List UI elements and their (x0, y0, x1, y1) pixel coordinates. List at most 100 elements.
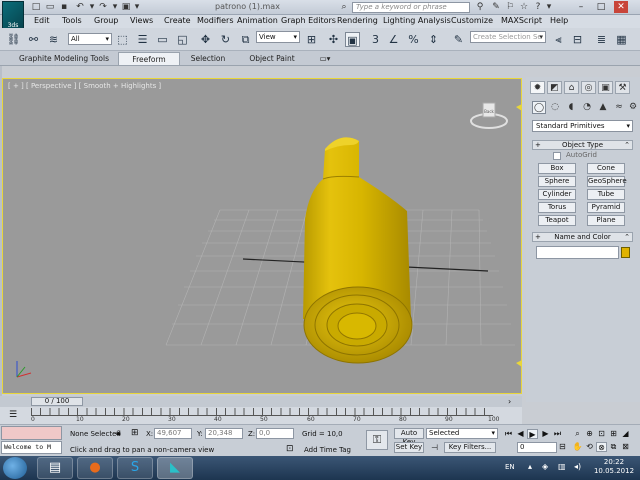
add-time-tag-button[interactable]: Add Time Tag (304, 446, 351, 454)
next-frame-icon[interactable]: ▶ (540, 429, 551, 439)
cartridge-object[interactable] (303, 137, 413, 364)
time-slider[interactable]: 0 / 100 (31, 397, 83, 406)
zoom-extents-all-icon[interactable]: ⊞ (608, 429, 619, 439)
field-of-view-icon[interactable]: ◢ (620, 429, 631, 439)
new-file-icon[interactable]: □ (30, 2, 42, 13)
walk-through-icon[interactable]: ⟲ (584, 442, 595, 452)
start-button[interactable] (3, 457, 27, 479)
modify-panel-tab-icon[interactable]: ◩ (547, 81, 562, 94)
key-mode-dropdown[interactable]: Selected ▾ (426, 428, 498, 439)
angle-snap-icon[interactable]: ∠ (386, 32, 401, 47)
menu-edit[interactable]: Edit (34, 16, 50, 25)
name-color-rollout-header[interactable]: + Name and Color ⌃ (532, 232, 633, 242)
minimize-button[interactable]: – (574, 1, 588, 13)
primitive-category-dropdown[interactable]: Standard Primitives ▾ (532, 120, 633, 132)
menu-rendering[interactable]: Rendering (337, 16, 378, 25)
favorites-icon[interactable]: ☆ (518, 2, 530, 13)
file-explorer-icon[interactable]: ▤ (37, 457, 73, 479)
undo-icon[interactable]: ↶ (74, 2, 86, 13)
rectangular-selection-icon[interactable]: ▭ (155, 32, 170, 47)
set-key-button[interactable]: Set Key (394, 442, 424, 453)
lights-icon[interactable]: ◖ (564, 101, 578, 114)
viewport-options-icon[interactable]: ⊠ (620, 442, 631, 452)
play-icon[interactable]: ▶ (527, 429, 538, 439)
unlink-selection-icon[interactable]: ⚯ (26, 32, 41, 47)
track-bar[interactable]: ☰ 0 10 20 30 40 50 60 70 80 90 100 (0, 407, 522, 424)
skype-icon[interactable]: S (117, 457, 153, 479)
bind-to-space-warp-icon[interactable]: ≋ (46, 32, 61, 47)
language-indicator[interactable]: EN (505, 463, 515, 471)
communication-center-icon[interactable]: ⚐ (504, 2, 516, 13)
select-and-manipulate-icon[interactable]: ✣ (326, 32, 341, 47)
y-coordinate-field[interactable]: 20,348 (205, 428, 243, 439)
menu-modifiers[interactable]: Modifiers (197, 16, 234, 25)
absolute-mode-transform-icon[interactable]: ⊞ (131, 428, 139, 438)
menu-lighting-analysis[interactable]: Lighting Analysis (383, 16, 451, 25)
go-to-end-icon[interactable]: ⏭︎ (552, 429, 563, 439)
pan-view-icon[interactable]: ✋ (572, 442, 583, 452)
select-by-name-icon[interactable]: ☰ (135, 32, 150, 47)
utilities-panel-tab-icon[interactable]: ⚒ (615, 81, 630, 94)
box-button[interactable]: Box (538, 163, 576, 174)
teapot-button[interactable]: Teapot (538, 215, 576, 226)
rotate-icon[interactable]: ↻ (218, 32, 233, 47)
z-coordinate-field[interactable]: 0,0 (256, 428, 294, 439)
x-coordinate-field[interactable]: 49,607 (154, 428, 192, 439)
open-file-icon[interactable]: ▭ (44, 2, 56, 13)
align-icon[interactable]: ⊟ (570, 32, 585, 47)
next-frame-arrow-icon[interactable]: › (508, 397, 511, 406)
object-type-rollout-header[interactable]: + Object Type ⌃ (532, 140, 633, 150)
cameras-icon[interactable]: ◔ (580, 101, 594, 114)
percent-snap-icon[interactable]: % (406, 32, 421, 47)
key-filters-button[interactable]: Key Filters... (444, 442, 496, 453)
menu-create[interactable]: Create (164, 16, 191, 25)
firefox-icon[interactable]: ● (77, 457, 113, 479)
object-color-swatch[interactable] (621, 247, 630, 258)
window-crossing-icon[interactable]: ◱ (175, 32, 190, 47)
cone-button[interactable]: Cone (587, 163, 625, 174)
tray-app-icon[interactable]: ◈ (542, 462, 548, 471)
motion-panel-tab-icon[interactable]: ◎ (581, 81, 596, 94)
tray-expand-icon[interactable]: ▴ (528, 462, 532, 471)
orbit-icon[interactable]: ⊗ (596, 442, 607, 452)
sphere-button[interactable]: Sphere (538, 176, 576, 187)
menu-graph-editors[interactable]: Graph Editors (281, 16, 336, 25)
helpers-icon[interactable]: ▲ (596, 101, 610, 114)
go-to-start-icon[interactable]: ⏮︎ (503, 429, 514, 439)
zoom-extents-icon[interactable]: ⊡ (596, 429, 607, 439)
tab-selection[interactable]: Selection (184, 52, 232, 65)
cylinder-button[interactable]: Cylinder (538, 189, 576, 200)
viewcube[interactable]: Back (469, 101, 509, 131)
maximize-viewport-icon[interactable]: ⧉ (608, 442, 619, 452)
zoom-icon[interactable]: ⌕ (572, 429, 583, 439)
geometry-icon[interactable]: ◯ (532, 101, 546, 114)
ribbon-options-dropdown[interactable]: ▭▾ (316, 52, 334, 65)
tab-graphite-modeling-tools[interactable]: Graphite Modeling Tools (14, 52, 114, 65)
system-clock[interactable]: 20:22 10.05.2012 (592, 458, 636, 476)
menu-animation[interactable]: Animation (237, 16, 278, 25)
object-name-input[interactable] (536, 246, 619, 259)
keyboard-shortcut-override-icon[interactable]: ▣ (345, 32, 360, 47)
mirror-icon[interactable]: ⫷ (551, 32, 566, 47)
edit-named-selection-icon[interactable]: ✎ (451, 32, 466, 47)
pyramid-button[interactable]: Pyramid (587, 202, 625, 213)
snaps-toggle-icon[interactable]: 3 (368, 32, 383, 47)
set-key-filter-icon[interactable]: ⚿ (366, 430, 388, 450)
binoculars-icon[interactable]: ⌕ (338, 2, 350, 13)
menu-group[interactable]: Group (94, 16, 118, 25)
quick-access-dropdown-icon[interactable]: ▾ (131, 2, 143, 13)
geosphere-button[interactable]: GeoSphere (587, 176, 627, 187)
3ds-max-taskbar-icon[interactable]: ◣ (157, 457, 193, 479)
select-object-icon[interactable]: ⬚ (115, 32, 130, 47)
named-selection-dropdown[interactable]: Create Selection Se ▾ (470, 31, 546, 43)
menu-maxscript[interactable]: MAXScript (501, 16, 542, 25)
torus-button[interactable]: Torus (538, 202, 576, 213)
hierarchy-panel-tab-icon[interactable]: ⌂ (564, 81, 579, 94)
maxscript-mini-listener-top[interactable] (1, 426, 62, 440)
help-dropdown-icon[interactable]: ▾ (543, 2, 555, 13)
create-panel-tab-icon[interactable]: ✹ (530, 81, 545, 94)
network-icon[interactable]: ▥ (558, 462, 566, 471)
spinner-snap-icon[interactable]: ⇕ (426, 32, 441, 47)
menu-tools[interactable]: Tools (62, 16, 82, 25)
time-configuration-icon[interactable]: ⊟ (559, 442, 566, 451)
